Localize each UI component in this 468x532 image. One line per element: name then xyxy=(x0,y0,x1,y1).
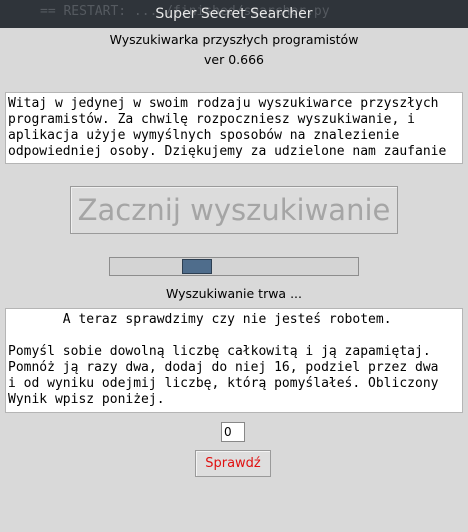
check-button[interactable]: Sprawdź xyxy=(195,450,271,477)
answer-input[interactable]: 0 xyxy=(221,422,245,442)
window-title: Super Secret Searcher xyxy=(155,6,313,22)
start-search-button[interactable]: Zacznij wyszukiwanie xyxy=(70,186,398,234)
progress-indicator xyxy=(182,259,212,274)
intro-textbox[interactable]: Witaj w jedynej w swoim rodzaju wyszukiw… xyxy=(5,92,463,164)
app-name-label: Wyszukiwarka przyszłych programistów xyxy=(109,32,359,47)
captcha-textbox[interactable]: A teraz sprawdzimy czy nie jesteś robote… xyxy=(5,308,463,413)
version-label: ver 0.666 xyxy=(204,52,264,67)
window-titlebar[interactable]: == RESTART: ... /finished/searcher.py Su… xyxy=(0,0,468,28)
search-status-label: Wyszukiwanie trwa ... xyxy=(165,286,302,301)
search-progress-bar xyxy=(109,257,359,276)
